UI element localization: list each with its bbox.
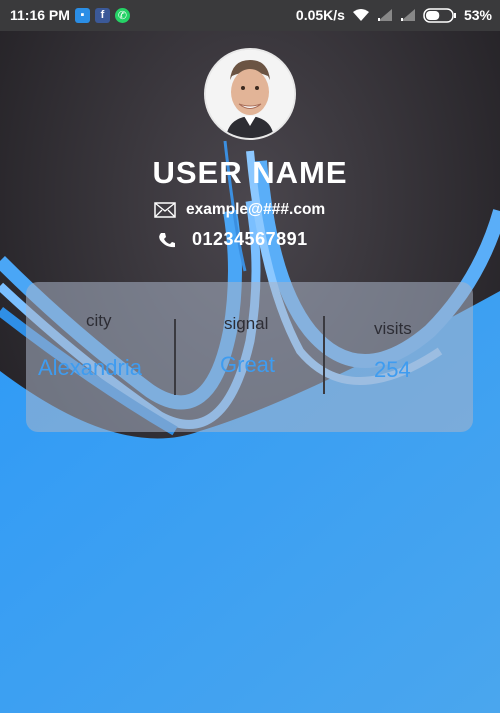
email-text: example@###.com xyxy=(186,201,326,218)
battery-icon xyxy=(423,7,456,23)
battery-percent: 53% xyxy=(463,7,492,23)
network-speed: 0.05K/s xyxy=(295,7,345,23)
stat-value-city: Alexandria xyxy=(38,355,142,380)
mail-icon xyxy=(154,202,176,218)
signal-icon xyxy=(377,9,392,21)
phone-icon xyxy=(159,232,175,247)
stat-value-visits: 254 xyxy=(374,357,411,382)
file-icon: ▪ xyxy=(74,7,90,23)
user-photo xyxy=(206,50,294,138)
phone-text: 01234567891 xyxy=(192,229,308,249)
phone-row[interactable]: 01234567891 xyxy=(158,229,308,250)
stat-divider xyxy=(323,316,325,394)
facebook-icon: f xyxy=(94,7,110,23)
stat-label-visits: visits xyxy=(374,319,412,338)
stat-label-signal: signal xyxy=(224,314,269,333)
email-row[interactable]: example@###.com xyxy=(154,201,325,219)
status-time: 11:16 PM xyxy=(10,7,70,23)
status-bar: 11:16 PM ▪ f ✆ 0.05K/s 53% xyxy=(0,0,500,31)
whatsapp-icon: ✆ xyxy=(114,7,130,23)
status-right: 0.05K/s 53% xyxy=(296,7,492,23)
stat-value-signal: Great xyxy=(220,352,276,377)
status-left: 11:16 PM ▪ f ✆ xyxy=(10,7,130,23)
stats-card: city Alexandria signal Great visits 254 xyxy=(26,282,473,432)
signal-icon xyxy=(400,9,415,21)
user-name: USER NAME xyxy=(152,155,348,190)
stat-label-city: city xyxy=(86,311,112,330)
avatar[interactable] xyxy=(206,50,294,138)
wifi-icon xyxy=(352,9,369,21)
stat-divider xyxy=(174,319,176,395)
